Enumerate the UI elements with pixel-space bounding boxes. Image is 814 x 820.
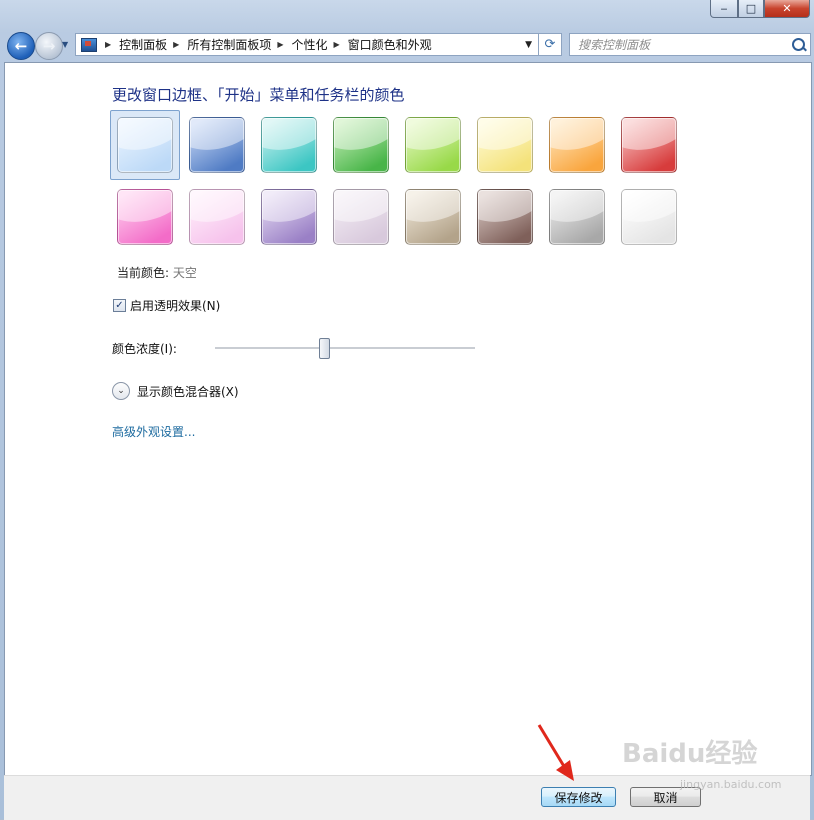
color-swatch-14[interactable] [470,182,540,252]
forward-button[interactable]: → [35,32,63,60]
breadcrumb-separator-icon[interactable]: ▶ [277,40,283,49]
content-pane: 更改窗口边框、「开始」菜单和任务栏的颜色 当前颜色: 天空 ✓ 启用透明效果(N… [4,62,812,776]
breadcrumb-separator-icon[interactable]: ▶ [173,40,179,49]
watermark-url: jingyan.baidu.com [680,778,782,791]
breadcrumb-separator-icon[interactable]: ▶ [105,40,111,49]
color-swatch-tile [621,117,677,173]
color-swatch-12[interactable] [326,182,396,252]
color-swatch-8[interactable] [614,110,684,180]
color-swatch-13[interactable] [398,182,468,252]
transparency-option[interactable]: ✓ 启用透明效果(N) [113,297,220,314]
color-swatch-tile [405,189,461,245]
color-swatch-tile [333,189,389,245]
address-dropdown-icon[interactable]: ▼ [525,40,532,50]
chevron-down-icon[interactable]: ⌄ [112,382,130,400]
breadcrumb-separator-icon[interactable]: ▶ [334,40,340,49]
recent-pages-dropdown-icon[interactable]: ▼ [62,40,68,49]
search-input[interactable] [576,36,790,53]
color-swatch-4[interactable] [326,110,396,180]
transparency-checkbox[interactable]: ✓ [113,299,126,312]
color-swatch-5[interactable] [398,110,468,180]
color-swatch-tile [189,189,245,245]
window-controls: ‒ □ ✕ [710,0,810,18]
back-button[interactable]: ← [7,32,35,60]
arrow-left-icon: ← [14,37,28,55]
color-swatch-tile [549,117,605,173]
search-box[interactable] [569,33,811,56]
color-mixer-label[interactable]: 显示颜色混合器(X) [137,383,239,400]
color-swatch-6[interactable] [470,110,540,180]
color-swatch-tile [477,117,533,173]
window-frame: ‒ □ ✕ ← → ▼ ▶ 控制面板 ▶ 所有控制面板项 ▶ 个性化 ▶ 窗口颜… [0,0,814,820]
breadcrumb-window-color[interactable]: 窗口颜色和外观 [348,36,432,53]
color-swatch-tile [477,189,533,245]
current-color-label: 当前颜色: [117,266,170,280]
color-swatch-3[interactable] [254,110,324,180]
address-bar[interactable]: ▶ 控制面板 ▶ 所有控制面板项 ▶ 个性化 ▶ 窗口颜色和外观 ▼ [75,33,539,56]
color-mixer-toggle[interactable]: ⌄ 显示颜色混合器(X) [112,382,239,400]
search-icon[interactable] [792,38,805,51]
color-swatch-tile [261,189,317,245]
color-swatch-15[interactable] [542,182,612,252]
refresh-button[interactable]: ⟳ [538,33,562,56]
intensity-slider-track[interactable] [215,347,475,350]
color-swatch-11[interactable] [254,182,324,252]
minimize-button[interactable]: ‒ [710,0,738,18]
color-swatch-7[interactable] [542,110,612,180]
current-color-value: 天空 [172,266,197,280]
color-swatch-tile [189,117,245,173]
color-swatch-tile [117,189,173,245]
color-swatch-1[interactable] [110,110,180,180]
arrow-right-icon: → [42,37,56,55]
color-swatch-9[interactable] [110,182,180,252]
advanced-appearance-link[interactable]: 高级外观设置... [112,423,195,440]
color-swatch-tile [261,117,317,173]
color-swatch-tile [621,189,677,245]
breadcrumb-control-panel[interactable]: 控制面板 [119,36,167,53]
color-swatch-2[interactable] [182,110,252,180]
color-swatch-10[interactable] [182,182,252,252]
intensity-slider-thumb[interactable] [319,338,331,359]
color-swatch-tile [549,189,605,245]
color-swatch-tile [405,117,461,173]
current-color: 当前颜色: 天空 [117,264,197,281]
close-button[interactable]: ✕ [764,0,810,18]
maximize-button[interactable]: □ [738,0,764,18]
color-swatch-16[interactable] [614,182,684,252]
breadcrumb-all-items[interactable]: 所有控制面板项 [187,36,271,53]
color-swatch-tile [333,117,389,173]
checkmark-icon: ✓ [115,300,124,311]
breadcrumb-personalization[interactable]: 个性化 [292,36,328,53]
control-panel-icon [81,37,97,52]
watermark: Baidu经验 [622,739,758,769]
page-title: 更改窗口边框、「开始」菜单和任务栏的颜色 [112,86,405,104]
save-changes-button[interactable]: 保存修改 [541,787,616,807]
transparency-label[interactable]: 启用透明效果(N) [130,297,220,314]
color-swatch-tile [117,117,173,173]
refresh-icon: ⟳ [544,37,556,52]
intensity-label: 颜色浓度(I): [112,342,177,356]
